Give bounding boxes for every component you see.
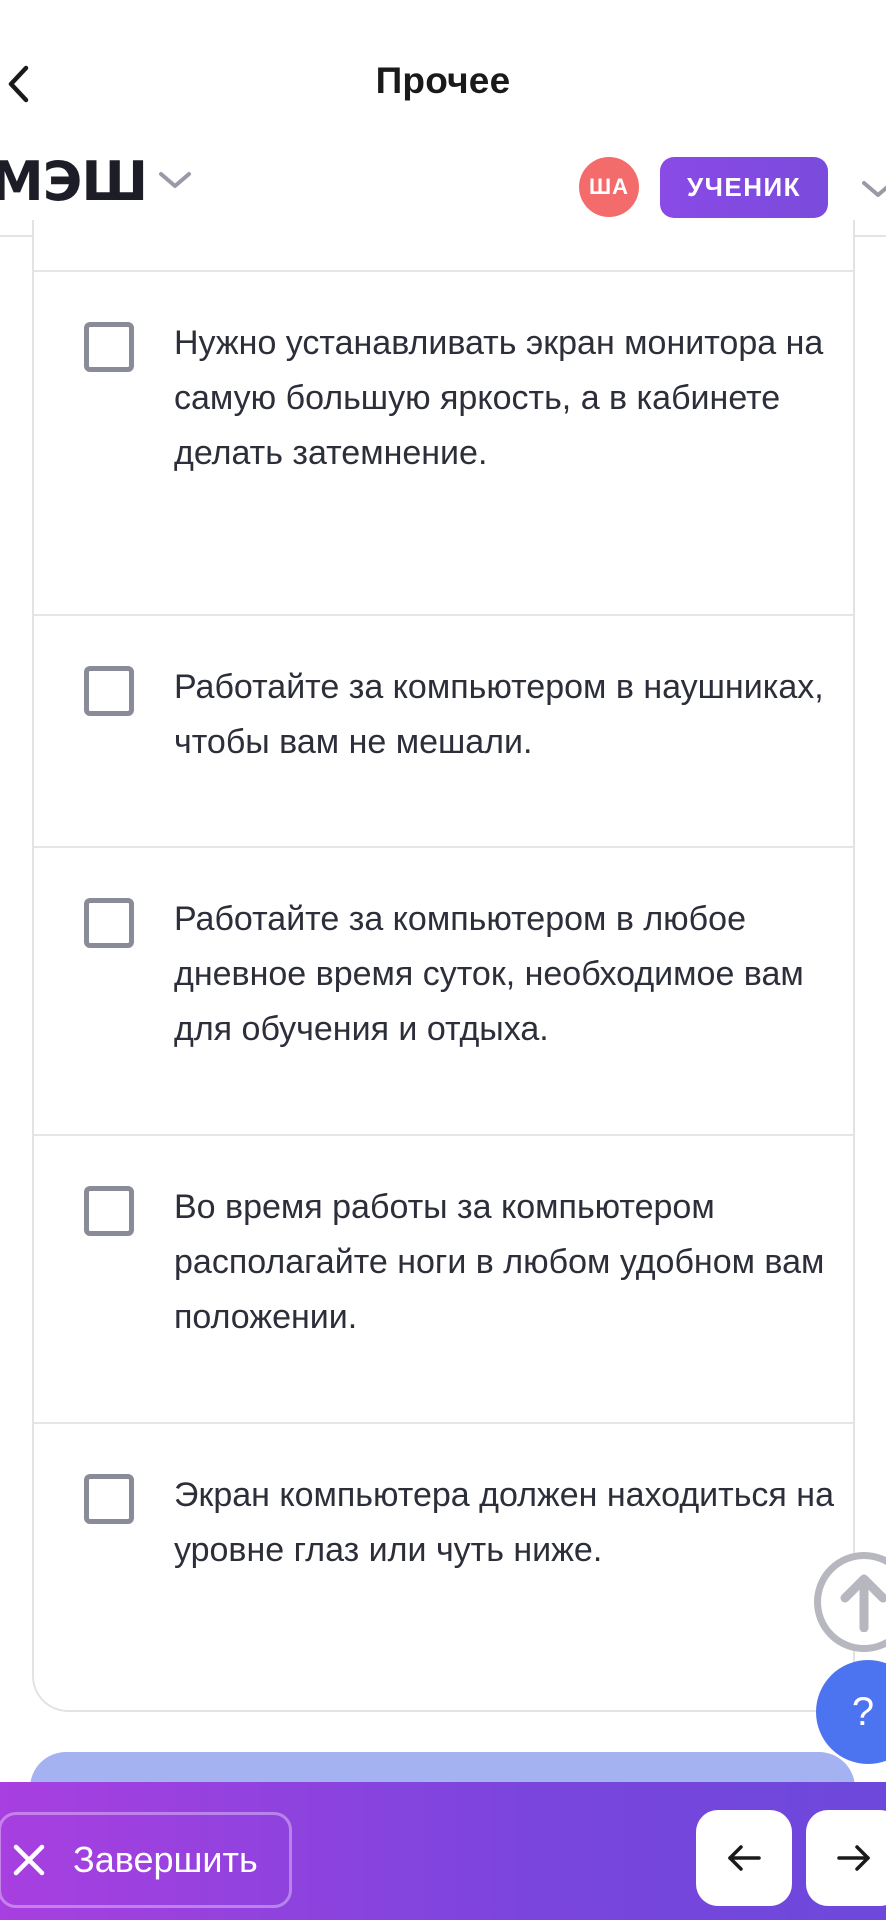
avatar[interactable]: ША [579,157,639,217]
answer-option-text: Нужно устанавливать экран монитора на са… [174,324,824,472]
answer-option[interactable]: Работайте за компьютером в любое дневное… [34,846,853,1134]
question-card: Нужно устанавливать экран монитора на са… [32,220,855,1712]
answer-option[interactable]: Во время работы за компьютером располага… [34,1134,853,1422]
arrow-up-icon [840,1574,886,1632]
next-button[interactable] [806,1810,886,1906]
answer-option-text: Работайте за компьютером в наушниках, чт… [174,668,824,761]
page: Прочее МЭШ ША УЧЕНИК Нужно устанавливать… [0,0,886,1920]
answer-option-text: Работайте за компьютером в любое дневное… [174,900,804,1048]
answer-option-text: Во время работы за компьютером располага… [174,1188,825,1336]
role-badge[interactable]: УЧЕНИК [660,157,828,218]
checkbox[interactable] [84,1474,134,1524]
answer-option-text: Экран компьютера должен находиться на ур… [174,1476,834,1569]
chevron-down-icon[interactable] [858,175,886,201]
prev-button[interactable] [696,1810,792,1906]
bottom-bar: Завершить [0,1782,886,1920]
arrow-left-icon [728,1845,761,1871]
finish-button-label: Завершить [73,1839,258,1880]
chevron-down-icon[interactable] [155,166,195,192]
checkbox[interactable] [84,1186,134,1236]
arrow-right-icon [837,1845,870,1871]
answer-option[interactable]: Экран компьютера должен находиться на ур… [34,1422,853,1710]
top-nav: Прочее [0,0,886,130]
checkbox[interactable] [84,322,134,372]
answer-option[interactable]: Работайте за компьютером в наушниках, чт… [34,614,853,846]
checkbox[interactable] [84,666,134,716]
checkbox[interactable] [84,898,134,948]
page-title: Прочее [375,60,511,101]
answer-option[interactable]: Нужно устанавливать экран монитора на са… [34,270,853,614]
close-icon [13,1844,45,1876]
finish-button[interactable]: Завершить [0,1812,292,1908]
logo[interactable]: МЭШ [0,150,148,213]
